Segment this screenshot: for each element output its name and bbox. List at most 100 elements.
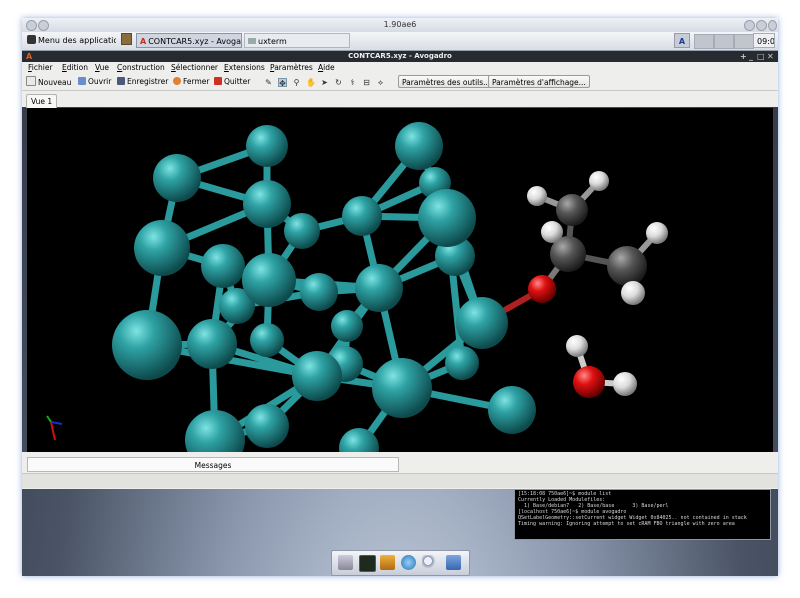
window-pin-button[interactable]: + bbox=[740, 51, 747, 62]
menu-vue[interactable]: Vue bbox=[95, 62, 109, 74]
titanium-atom[interactable] bbox=[355, 264, 403, 312]
manipulate-tool-icon[interactable]: ✋ bbox=[306, 78, 316, 87]
menu-bar: Fichier Edition Vue Construction Sélecti… bbox=[22, 62, 778, 74]
window-maximize-button[interactable]: □ bbox=[757, 51, 765, 62]
titanium-atom[interactable] bbox=[187, 319, 237, 369]
titanium-atom[interactable] bbox=[134, 220, 190, 276]
menu-selectionner[interactable]: Sélectionner bbox=[171, 62, 218, 74]
titanium-atom[interactable] bbox=[456, 297, 508, 349]
draw-tool-icon[interactable]: ✎ bbox=[264, 78, 273, 87]
outer-minimize-icon[interactable] bbox=[744, 20, 755, 31]
applications-menu-button[interactable]: Menu des applications bbox=[24, 33, 116, 48]
measure-tool-icon[interactable]: ⊟ bbox=[362, 78, 371, 87]
menu-parametres[interactable]: Paramètres bbox=[270, 62, 313, 74]
titanium-atom[interactable] bbox=[245, 404, 289, 448]
window-close-button[interactable]: ✕ bbox=[767, 51, 774, 62]
atoms-layer bbox=[112, 122, 668, 452]
tool-settings-button[interactable]: Paramètres des outils... bbox=[398, 75, 495, 88]
browser-icon[interactable] bbox=[401, 555, 416, 570]
uxterm-window[interactable]: [15:18:08 750ae6]~$ module list Currently… bbox=[514, 489, 771, 540]
window-title-bar[interactable]: A CONTCAR5.xyz - Avogadro + _ □ ✕ bbox=[22, 51, 778, 62]
close-button[interactable]: Fermer bbox=[173, 76, 209, 88]
open-button[interactable]: Ouvrir bbox=[78, 76, 111, 88]
titanium-atom[interactable] bbox=[488, 386, 536, 434]
bond-centric-tool-icon[interactable]: ⚲ bbox=[292, 78, 301, 87]
quit-button[interactable]: Quitter bbox=[214, 76, 250, 88]
outer-maximize-icon[interactable] bbox=[756, 20, 767, 31]
molecule-render[interactable] bbox=[27, 108, 773, 452]
search-icon[interactable] bbox=[422, 555, 437, 570]
display-settings-button[interactable]: Paramètres d'affichage... bbox=[488, 75, 590, 88]
menu-aide[interactable]: Aide bbox=[318, 62, 335, 74]
messages-button[interactable]: Messages bbox=[27, 457, 399, 472]
hydrogen-atom[interactable] bbox=[613, 372, 637, 396]
show-desktop-icon bbox=[121, 33, 132, 45]
titanium-atom[interactable] bbox=[185, 410, 245, 452]
titanium-atom[interactable] bbox=[243, 180, 291, 228]
autorotate-tool-icon[interactable]: ↻ bbox=[334, 78, 343, 87]
titanium-atom[interactable] bbox=[300, 273, 338, 311]
outer-menu-icon[interactable] bbox=[38, 20, 49, 31]
menu-fichier[interactable]: Fichier bbox=[28, 62, 53, 74]
hydrogen-atom[interactable] bbox=[566, 335, 588, 357]
files-icon[interactable] bbox=[380, 555, 395, 570]
menu-construction[interactable]: Construction bbox=[117, 62, 165, 74]
close-file-icon bbox=[173, 77, 181, 85]
titanium-atom[interactable] bbox=[418, 189, 476, 247]
titanium-atom[interactable] bbox=[395, 122, 443, 170]
menu-extensions[interactable]: Extensions bbox=[224, 62, 265, 74]
titanium-atom[interactable] bbox=[153, 154, 201, 202]
clock[interactable]: 09:01 bbox=[753, 33, 775, 48]
terminal-icon[interactable] bbox=[359, 555, 376, 572]
navigate-tool-icon[interactable]: ✥ bbox=[278, 78, 287, 88]
network-icon[interactable] bbox=[338, 555, 353, 570]
show-desktop-button[interactable] bbox=[118, 33, 134, 48]
task-uxterm[interactable]: uxterm bbox=[244, 33, 350, 48]
outer-exit-icon[interactable] bbox=[768, 20, 777, 31]
workspace-2[interactable] bbox=[714, 34, 734, 49]
outer-close-icon[interactable] bbox=[26, 20, 37, 31]
menu-edition[interactable]: Edition bbox=[62, 62, 88, 74]
task-avogadro[interactable]: ACONTCAR5.xyz - Avogadro bbox=[136, 33, 242, 48]
titanium-atom[interactable] bbox=[342, 196, 382, 236]
titanium-atom[interactable] bbox=[201, 244, 245, 288]
oxygen-atom[interactable] bbox=[573, 366, 605, 398]
align-tool-icon[interactable]: ⟡ bbox=[376, 78, 385, 87]
keyboard-layout-indicator[interactable]: A bbox=[674, 33, 690, 48]
hydrogen-atom[interactable] bbox=[541, 221, 563, 243]
titanium-atom[interactable] bbox=[112, 310, 182, 380]
titanium-atom[interactable] bbox=[246, 125, 288, 167]
save-button[interactable]: Enregistrer bbox=[117, 76, 168, 88]
avogadro-app-icon: A bbox=[140, 37, 147, 46]
titanium-atom[interactable] bbox=[242, 253, 296, 307]
oxygen-atom[interactable] bbox=[528, 275, 556, 303]
main-toolbar: Nouveau Ouvrir Enregistrer Fermer Quitte… bbox=[22, 74, 778, 91]
hydrogen-atom[interactable] bbox=[527, 186, 547, 206]
titanium-atom[interactable] bbox=[250, 323, 284, 357]
autooptimize-tool-icon[interactable]: ⚕ bbox=[348, 78, 357, 87]
titanium-atom[interactable] bbox=[445, 346, 479, 380]
select-tool-icon[interactable]: ➤ bbox=[320, 78, 329, 87]
window-minimize-button[interactable]: _ bbox=[749, 51, 753, 62]
carbon-atom[interactable] bbox=[607, 246, 647, 286]
quit-label: Quitter bbox=[224, 77, 251, 86]
carbon-atom[interactable] bbox=[556, 194, 588, 226]
terminal-line: Timing warning: Ignoring attempt to set … bbox=[518, 521, 735, 527]
hydrogen-atom[interactable] bbox=[621, 281, 645, 305]
titanium-atom[interactable] bbox=[292, 351, 342, 401]
titanium-atom[interactable] bbox=[372, 358, 432, 418]
open-label: Ouvrir bbox=[88, 77, 112, 86]
hydrogen-atom[interactable] bbox=[646, 222, 668, 244]
workspace-1[interactable] bbox=[694, 34, 714, 49]
view-tab-strip: Vue 1 bbox=[22, 91, 778, 108]
titanium-atom[interactable] bbox=[284, 213, 320, 249]
tab-vue-1[interactable]: Vue 1 bbox=[26, 94, 58, 108]
hydrogen-atom[interactable] bbox=[589, 171, 609, 191]
folder-icon[interactable] bbox=[446, 555, 461, 570]
titanium-atom[interactable] bbox=[331, 310, 363, 342]
molecule-viewport[interactable] bbox=[27, 108, 773, 452]
quit-icon bbox=[214, 77, 222, 85]
save-label: Enregistrer bbox=[127, 77, 169, 86]
new-button[interactable]: Nouveau bbox=[26, 76, 71, 88]
workspace-3[interactable] bbox=[734, 34, 754, 49]
